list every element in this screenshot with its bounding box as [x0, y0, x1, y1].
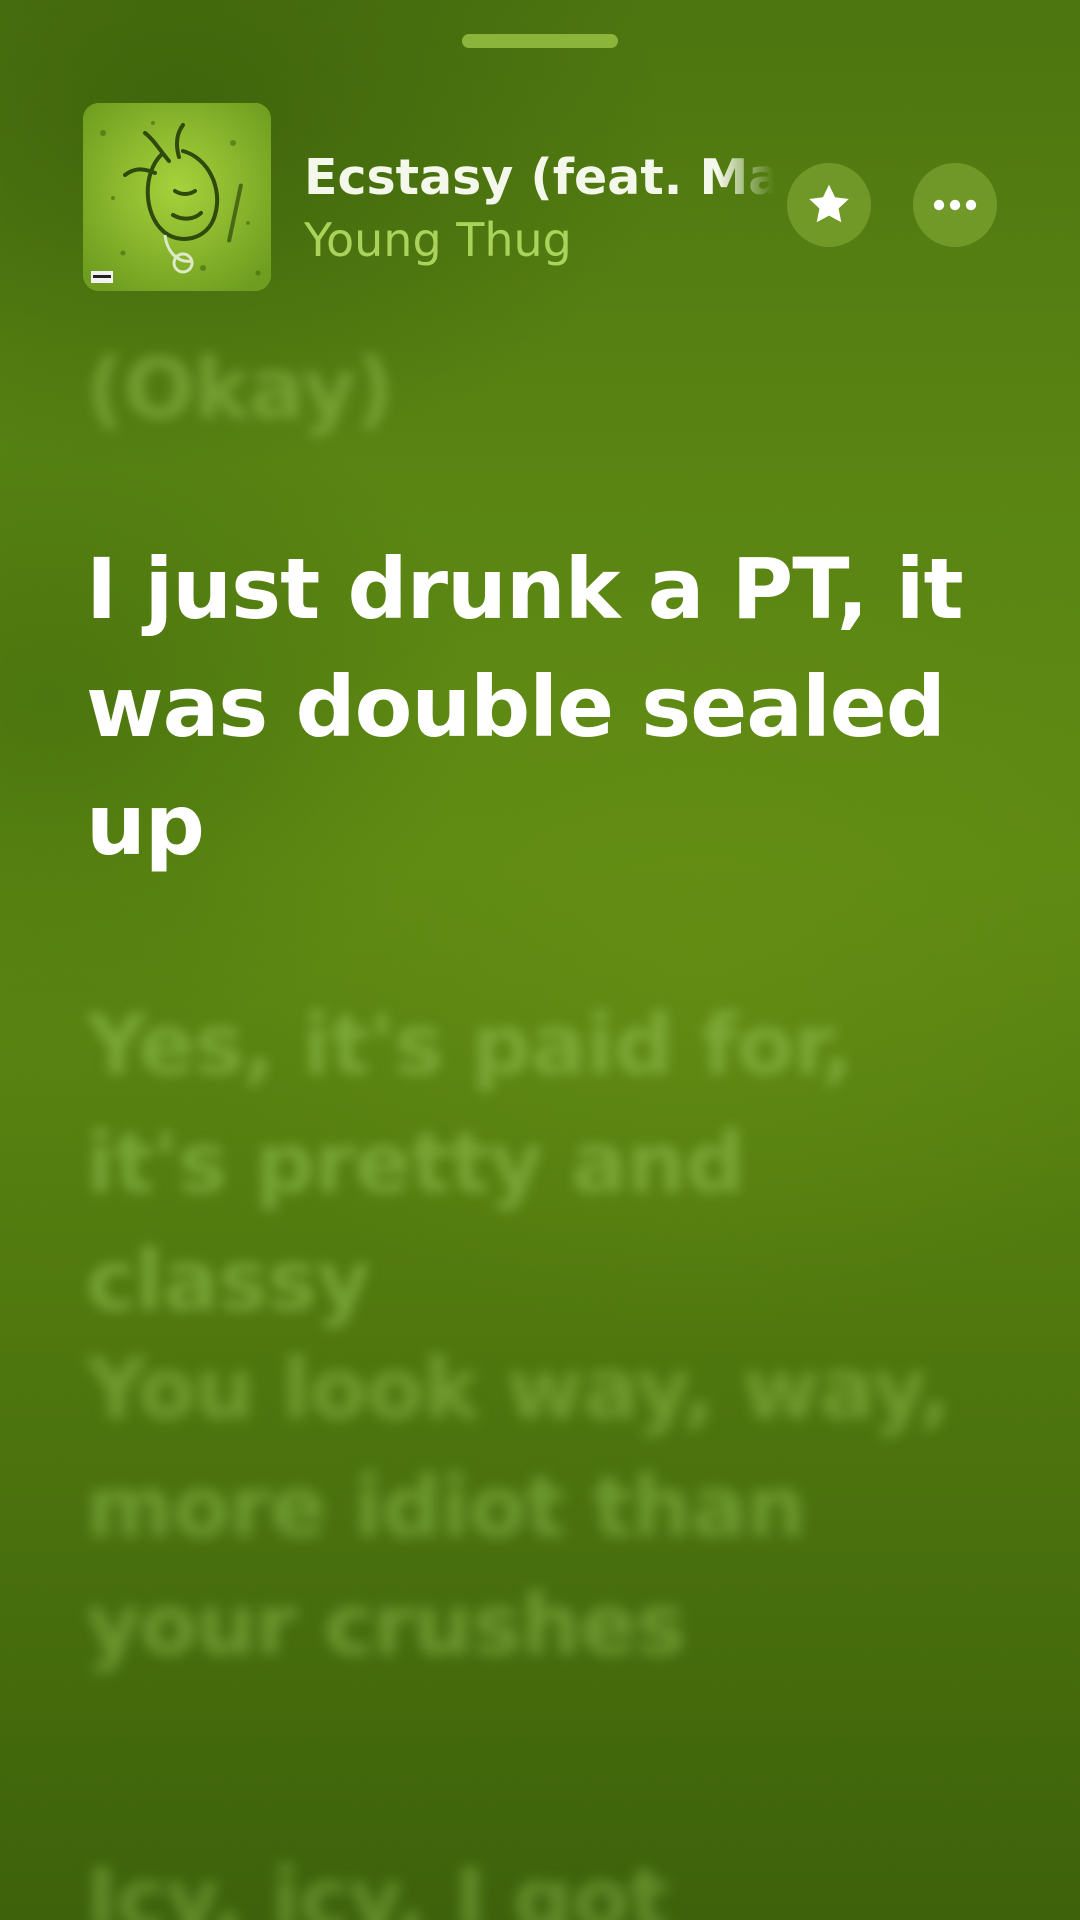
more-options-button[interactable] — [913, 163, 997, 247]
lyrics-sheet: Ecstasy (feat. Machine Gun Kelly) Young … — [0, 0, 1080, 1920]
star-icon — [809, 184, 849, 223]
album-artwork-image — [83, 103, 271, 291]
lyric-line-upcoming[interactable]: Yes, it's paid for, it's pretty and clas… — [86, 986, 1006, 1340]
lyric-line-upcoming[interactable]: Icy, icy, I got — [86, 1840, 1006, 1920]
track-artist[interactable]: Young Thug — [304, 210, 572, 270]
lyric-line-past[interactable]: (Okay) — [86, 330, 1006, 448]
lyric-line-current[interactable]: I just drunk a PT, it was double sealed … — [86, 530, 1006, 884]
track-title[interactable]: Ecstasy (feat. Machine Gun Kelly) — [304, 148, 774, 208]
ellipsis-icon — [933, 199, 977, 211]
favorite-button[interactable] — [787, 163, 871, 247]
lyric-line-upcoming[interactable]: You look way, way, more idiot than your … — [86, 1330, 1006, 1684]
album-artwork[interactable] — [83, 103, 271, 291]
sheet-grabber[interactable] — [462, 34, 618, 48]
